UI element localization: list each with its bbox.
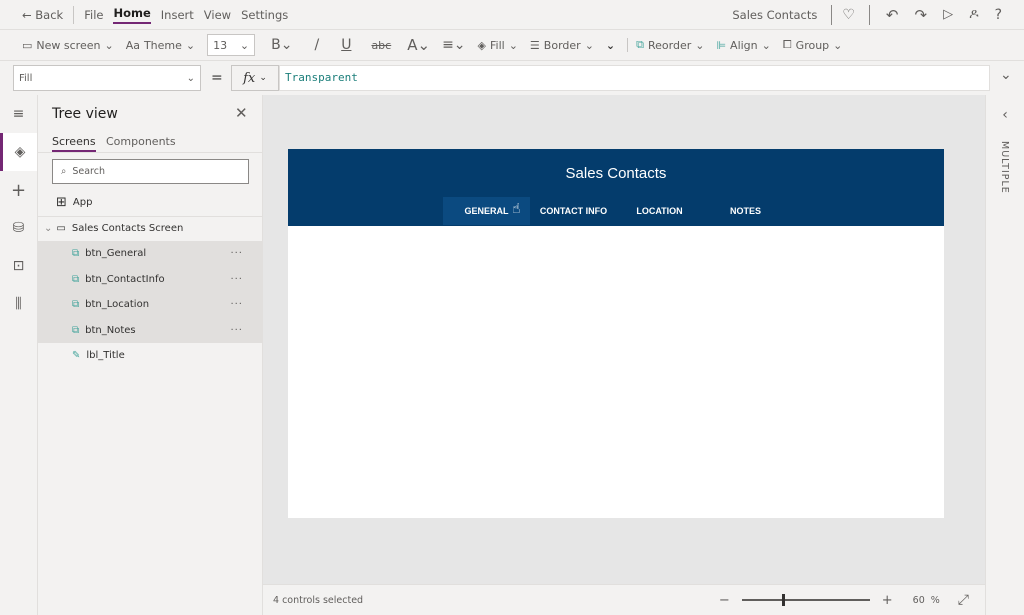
hand-cursor-icon: ☝ — [512, 201, 521, 217]
lbl-title[interactable]: Sales Contacts — [288, 165, 944, 182]
more-options-icon[interactable]: ··· — [230, 325, 243, 336]
app-header: Sales Contacts GENERAL CONTACT INFO LOCA… — [288, 149, 944, 226]
tree-item-app[interactable]: ⊞ App — [38, 190, 263, 216]
tab-components[interactable]: Components — [106, 135, 176, 148]
share-icon[interactable]: ዶ — [969, 7, 979, 22]
border-icon: ☰ — [529, 38, 540, 52]
search-input[interactable]: ⌕ Search — [52, 159, 249, 184]
strikethrough-button[interactable]: abc — [371, 39, 391, 52]
zoom-out-icon[interactable]: − — [719, 593, 730, 608]
menu-home[interactable]: Home — [113, 6, 151, 24]
theme-button[interactable]: Aa Theme ⌄ — [126, 39, 195, 52]
font-color-button[interactable]: A⌄ — [407, 36, 430, 54]
fill-button[interactable]: ◈ Fill ⌄ — [478, 39, 518, 52]
reorder-icon: ⧉ — [636, 38, 644, 51]
bold-button[interactable]: B⌄ — [271, 37, 292, 53]
theme-icon: Aa — [125, 38, 140, 52]
app-checker-icon[interactable]: ♡ — [842, 7, 855, 23]
data-icon[interactable]: ⛁ — [0, 209, 37, 247]
text-align-button[interactable]: ≡⌄ — [442, 37, 465, 53]
button-icon: ⧉ — [72, 324, 80, 336]
property-select[interactable]: Fill ⌄ — [13, 65, 201, 91]
tree-item-btn-notes[interactable]: ⧉ btn_Notes ··· — [38, 317, 263, 343]
menu-view[interactable]: View — [204, 8, 231, 22]
more-options-icon[interactable]: ··· — [230, 274, 243, 285]
tree-item-lbl-title[interactable]: ✎ lbl_Title — [38, 343, 263, 369]
top-bar: ← Back File Home Insert View Settings Sa… — [0, 0, 1024, 30]
back-button[interactable]: ← Back — [22, 8, 63, 22]
properties-panel-collapsed: ‹ MULTIPLE — [985, 95, 1024, 615]
screen-icon: ▭ — [56, 223, 66, 235]
formula-input[interactable]: Transparent — [279, 65, 990, 91]
more-options-icon[interactable]: ··· — [230, 299, 243, 310]
search-icon: ⌕ — [61, 166, 67, 177]
btn-contactinfo[interactable]: CONTACT INFO — [530, 197, 617, 225]
paint-bucket-icon: ◈ — [477, 38, 486, 52]
new-screen-button[interactable]: ▭ New screen ⌄ — [22, 39, 114, 52]
insert-plus-icon[interactable]: + — [0, 171, 37, 209]
expand-formula-icon[interactable]: ⌄ — [1000, 67, 1012, 83]
tab-screens[interactable]: Screens — [52, 135, 96, 152]
zoom-slider[interactable] — [741, 594, 870, 606]
tree-item-screen[interactable]: ⌄ ▭ Sales Contacts Screen — [38, 215, 263, 242]
layers-icon[interactable]: ◈ — [0, 133, 37, 171]
menu-file[interactable]: File — [84, 8, 103, 22]
media-icon[interactable]: ⊡ — [0, 247, 37, 285]
help-icon[interactable]: ? — [995, 7, 1002, 23]
label-edit-icon: ✎ — [72, 350, 81, 362]
equals-sign: = — [211, 70, 223, 86]
tree-item-btn-general[interactable]: ⧉ btn_General ··· — [38, 241, 263, 267]
app-icon: ⊞ — [56, 195, 67, 211]
fx-button[interactable]: fx ⌄ — [231, 65, 279, 91]
screen-icon: ▭ — [22, 38, 33, 52]
button-icon: ⧉ — [72, 248, 80, 260]
tools-icon[interactable]: ⫼ — [0, 285, 37, 323]
group-icon: ⧠ — [782, 38, 792, 51]
font-size-select[interactable]: 13 ⌄ — [207, 34, 256, 56]
menu-settings[interactable]: Settings — [241, 8, 288, 22]
tree-item-btn-location[interactable]: ⧉ btn_Location ··· — [38, 292, 263, 318]
more-options-icon[interactable]: ··· — [230, 248, 243, 259]
zoom-in-icon[interactable]: + — [882, 593, 893, 608]
play-icon[interactable]: ▷ — [943, 7, 953, 22]
zoom-slider-thumb[interactable] — [781, 594, 785, 606]
redo-icon[interactable]: ↷ — [914, 6, 927, 24]
panel-label: MULTIPLE — [999, 141, 1010, 194]
fit-to-window-icon[interactable]: ⤢ — [958, 592, 969, 608]
app-name: Sales Contacts — [732, 7, 818, 22]
align-icon: ⊫ — [716, 38, 727, 52]
ribbon-toolbar: ▭ New screen ⌄ Aa Theme ⌄ 13 ⌄ B⌄ / U abc A… — [0, 30, 1024, 61]
tree-view-title: Tree view — [52, 106, 118, 122]
align-button[interactable]: ⊫ Align ⌄ — [716, 39, 770, 52]
tree-view-panel: Tree view ✕ Screens Components ⌕ Search ⊞… — [38, 95, 263, 615]
undo-icon[interactable]: ↶ — [886, 6, 899, 24]
close-icon[interactable]: ✕ — [235, 104, 248, 122]
app-screen-preview[interactable]: Sales Contacts GENERAL CONTACT INFO LOCA… — [288, 149, 944, 518]
chevron-down-icon[interactable]: ⌄ — [44, 223, 52, 234]
reorder-button[interactable]: ⧉ Reorder ⌄ — [627, 38, 704, 52]
button-icon: ⧉ — [72, 273, 80, 285]
btn-location[interactable]: LOCATION — [616, 197, 703, 225]
italic-button[interactable]: / — [314, 37, 319, 53]
status-bar: 4 controls selected − + 60 % ⤢ — [263, 584, 985, 615]
hamburger-icon[interactable]: ≡ — [0, 95, 37, 133]
group-button[interactable]: ⧠ Group ⌄ — [783, 38, 843, 52]
btn-notes[interactable]: NOTES — [702, 197, 789, 225]
more-chevron-icon[interactable]: ⌄ — [606, 39, 615, 52]
border-button[interactable]: ☰ Border ⌄ — [530, 39, 594, 52]
formula-bar: Fill ⌄ = fx ⌄ Transparent ⌄ — [0, 62, 1024, 94]
left-rail: ≡ ◈ + ⛁ ⊡ ⫼ — [0, 95, 38, 615]
button-icon: ⧉ — [72, 299, 80, 311]
expand-panel-icon[interactable]: ‹ — [986, 107, 1024, 123]
menu-insert[interactable]: Insert — [161, 8, 194, 22]
underline-button[interactable]: U — [341, 37, 351, 53]
selection-status: 4 controls selected — [273, 594, 364, 606]
zoom-value: 60 — [912, 594, 925, 606]
tree-item-btn-contactinfo[interactable]: ⧉ btn_ContactInfo ··· — [38, 266, 263, 292]
